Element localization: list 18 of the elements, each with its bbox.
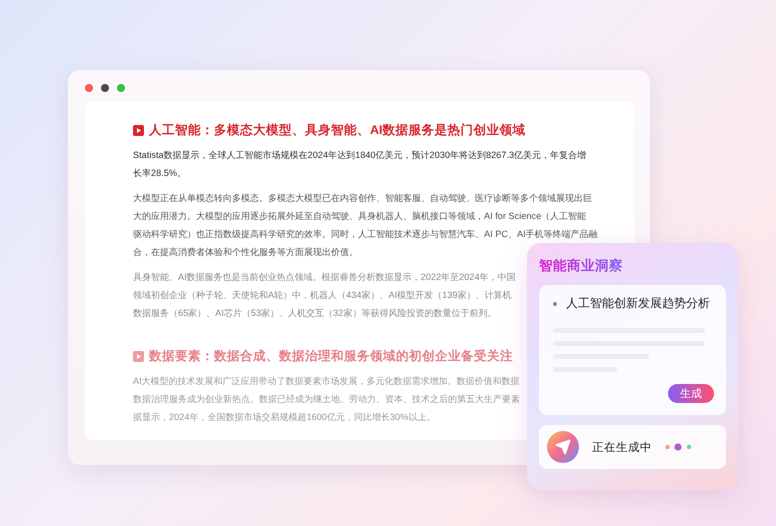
maximize-button[interactable]	[117, 84, 125, 92]
topic-text: 人工智能创新发展趋势分析	[566, 295, 710, 312]
section-heading: 人工智能：多模态大模型、具身智能、AI数据服务是热门创业领域	[149, 122, 526, 139]
loading-dots-icon	[665, 443, 693, 451]
play-icon	[133, 125, 144, 136]
panel-title: 智能商业洞察	[539, 257, 623, 275]
minimize-button[interactable]	[101, 84, 109, 92]
paragraph: AI大模型的技术发展和广泛应用带动了数据要素市场发展，多元化数据需求增加。数据价值和数据 数据治理服务成为创业新热点。数据已经成为继土地、劳动力、资本、技术之后的第五大生产要素 据显示，2024年，全国数据市场交易规模超1600亿元，同比增长30%以上。	[133, 375, 520, 424]
close-button[interactable]	[85, 84, 93, 92]
paragraph: 具身智能、AI数据服务也是当前创业热点领域。根据睿兽分析数据显示，2022年至2024年，中国 领域初创企业（种子轮、天使轮和A轮）中，机器人（434家）、AI模型开发（139家）、计算机 数据服务（65家）、AI芯片（53家）、人机交互（32家）等获得风险投资的数量位于前列。	[133, 271, 516, 320]
play-icon	[133, 351, 144, 362]
bullet-icon	[553, 302, 557, 306]
paper-plane-icon	[555, 439, 571, 455]
paragraph: Statista数据显示，全球人工智能市场规模在2024年达到1840亿美元，预计2030年将达到8267.3亿美元，年复合增 长率28.5%。	[133, 149, 586, 180]
section-heading: 数据要素：数据合成、数据治理和服务领域的初创企业备受关注	[149, 348, 513, 365]
generate-button[interactable]: 生成	[668, 384, 714, 403]
paragraph: 大模型正在从单模态转向多模态。多模态大模型已在内容创作、智能客服、自动驾驶、医疗诊断等多个领域展现出巨 大的应用潜力。大模型的应用逐步拓展外延至自动驾驶、具身机器人、脑机接口等领域，AI for Science（人工智能 驱动科学研究）也正指数级提高科学研究的效率。同时，人工智能技术逐步与智慧汽车、AI PC、AI手机等终端产品融 合，在提高消费者体验和个性化服务等方面展现出价值。	[133, 192, 598, 258]
status-text: 正在生成中	[592, 440, 652, 454]
